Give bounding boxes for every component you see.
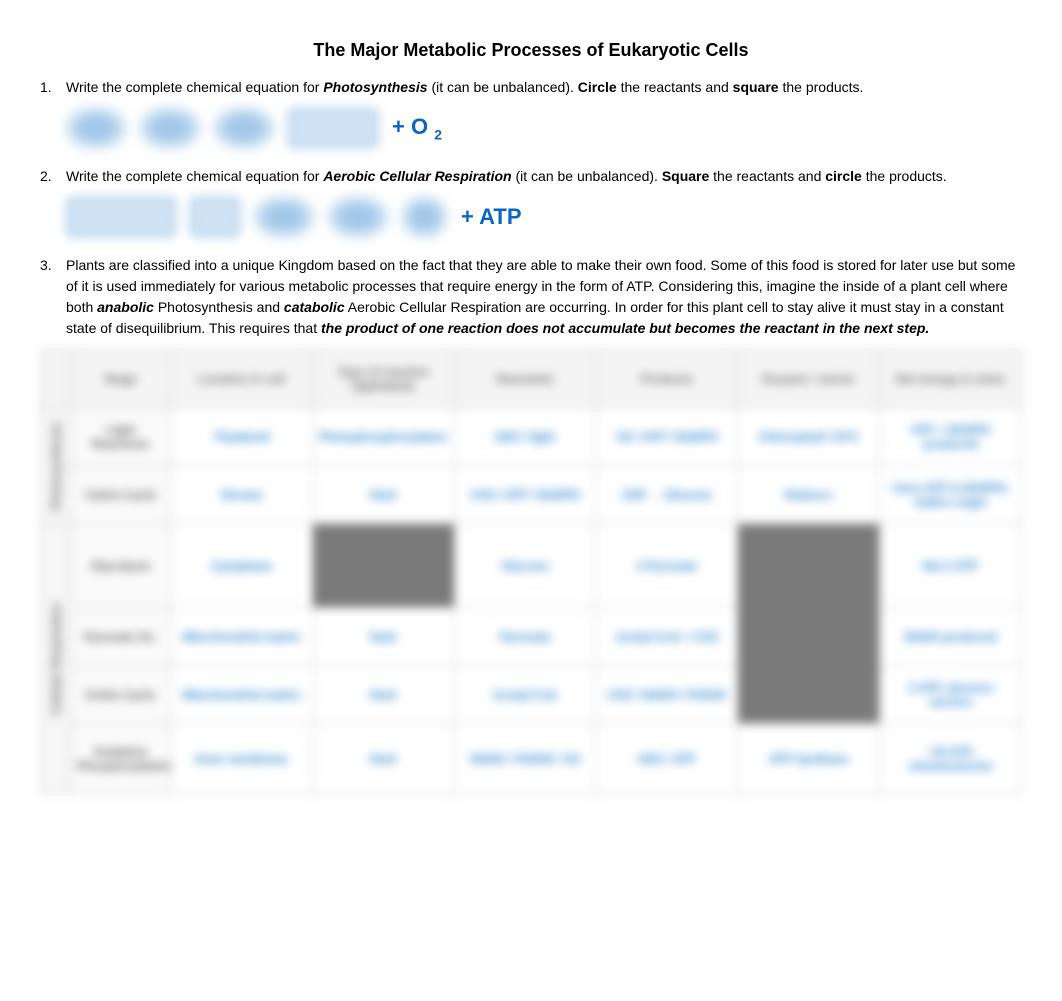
cell: Dark [312,466,454,524]
q2-text-b: (it can be unbalanced). [515,168,661,184]
eq1-visible: + O 2 [392,114,442,142]
cell: O2 / ATP / NADPH [596,408,738,466]
q3-anabolic: anabolic [97,299,154,315]
q1-number: 1. [40,77,66,98]
q2-square: Square [662,168,709,184]
q2-text-d: the products. [866,168,947,184]
side-respiration: Cellular Respiration [41,524,71,794]
row-label: Glycolysis [71,524,171,608]
cell: Dark [312,608,454,666]
q2-number: 2. [40,166,66,187]
th-blank1 [41,350,71,408]
cell: Mitochondrial matrix [171,608,313,666]
cell: Acetyl-CoA + CO2 [596,608,738,666]
cell: ATP + NADPH produced [880,408,1022,466]
cell: CO2 / ATP / NADPH [454,466,596,524]
q3-number: 3. [40,255,66,339]
cell: 2 Pyruvate [596,524,738,608]
blurred-arrow [214,108,274,148]
cell: Pyruvate [454,608,596,666]
cell: Net 2 ATP [880,524,1022,608]
th-products: Products [596,350,738,408]
row-label: Pyruvate Ox. [71,608,171,666]
q1-text-a: Write the complete chemical equation for [66,79,323,95]
question-2: 2. Write the complete chemical equation … [40,166,1022,187]
blurred-reactant-4 [190,197,240,237]
cell: Acetyl-CoA [454,666,596,724]
equation-1: + O 2 [66,108,1022,148]
th-location: Location in cell [171,350,313,408]
table-row: Oxidative Phosphorylation Inner membrane… [41,724,1022,794]
question-1: 1. Write the complete chemical equation … [40,77,1022,98]
q1-square: square [733,79,779,95]
q3-catabolic: catabolic [284,299,345,315]
cell: Photophosphorylation [312,408,454,466]
cell: Dark [312,666,454,724]
q2-text-a: Write the complete chemical equation for [66,168,323,184]
q1-text-c: the reactants and [621,79,733,95]
row-label: Light Reactions [71,408,171,466]
cell: Chlorophyll / ETC [738,408,880,466]
blurred-product-2 [254,197,314,237]
q1-term: Photosynthesis [323,79,427,95]
page-title: The Major Metabolic Processes of Eukaryo… [40,40,1022,61]
q2-term: Aerobic Cellular Respiration [323,168,511,184]
q1-text-b: (it can be unbalanced). [431,79,577,95]
cell-shaded [738,524,880,724]
question-3: 3. Plants are classified into a unique K… [40,255,1022,339]
cell-shaded [312,524,454,608]
metabolic-table-blurred: Stage Location in cell Type of reaction … [40,349,1022,794]
cell: 2 ATP, electron carriers [880,666,1022,724]
cell: Cytoplasm [171,524,313,608]
cell: Inner membrane [171,724,313,794]
blurred-product-1 [288,108,378,148]
cell: H2O / ATP [596,724,738,794]
blurred-reactant-3 [66,197,176,237]
q2-circle: circle [825,168,862,184]
equation-2: + ATP [66,197,1022,237]
cell: Mitochondrial matrix [171,666,313,724]
cell: ATP Synthase [738,724,880,794]
cell: ~34 ATP; chemiosmosis [880,724,1022,794]
cell: Uses ATP & NADPH; makes sugar [880,466,1022,524]
th-notes: Net energy & notes [880,350,1022,408]
table-header-row: Stage Location in cell Type of reaction … [41,350,1022,408]
q3-emphasis: the product of one reaction does not acc… [321,320,929,336]
cell: Stroma [171,466,313,524]
th-enzyme: Enzyme / carrier [738,350,880,408]
row-label: Krebs Cycle [71,666,171,724]
th-type: Type of reaction (light/dark) [312,350,454,408]
q2-text-c: the reactants and [713,168,825,184]
cell: NADH / FADH2 / O2 [454,724,596,794]
blurred-reactant-2 [140,108,200,148]
th-stage: Stage [71,350,171,408]
table-row: Photosynthesis Light Reactions Thylakoid… [41,408,1022,466]
side-photosynthesis: Photosynthesis [41,408,71,524]
cell: Dark [312,724,454,794]
cell: H2O / light [454,408,596,466]
cell: Thylakoid [171,408,313,466]
th-reactants: Reactants [454,350,596,408]
cell: Glucose [454,524,596,608]
blurred-product-4 [402,197,447,237]
blurred-product-3 [328,197,388,237]
q3-p2: Photosynthesis and [158,299,284,315]
q1-text-d: the products. [782,79,863,95]
q1-circle: Circle [578,79,617,95]
cell: CO2 / NADH / FADH2 [596,666,738,724]
blurred-reactant-1 [66,108,126,148]
cell: NADH produced [880,608,1022,666]
cell: Rubisco [738,466,880,524]
table-row: Calvin Cycle Stroma Dark CO2 / ATP / NAD… [41,466,1022,524]
eq2-visible: + ATP [461,204,522,230]
table-row: Cellular Respiration Glycolysis Cytoplas… [41,524,1022,608]
cell: G3P → Glucose [596,466,738,524]
row-label: Calvin Cycle [71,466,171,524]
row-label: Oxidative Phosphorylation [71,724,171,794]
